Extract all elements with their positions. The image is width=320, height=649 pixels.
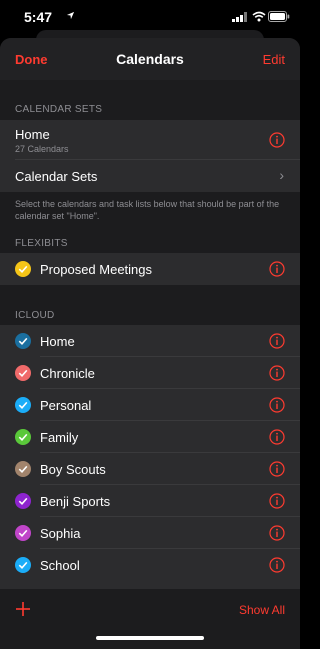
location-arrow-icon xyxy=(66,11,75,20)
info-icon[interactable] xyxy=(269,397,285,413)
calendar-row-benji-sports[interactable]: Benji Sports xyxy=(0,485,300,517)
show-all-button[interactable]: Show All xyxy=(239,603,285,617)
checkmark-icon[interactable] xyxy=(15,261,31,277)
status-time: 5:47 xyxy=(24,9,53,25)
calendar-row-school[interactable]: School xyxy=(0,549,300,588)
calendar-label: Boy Scouts xyxy=(40,462,106,477)
wifi-icon xyxy=(252,11,266,22)
calendar-sets-label: Calendar Sets xyxy=(15,169,98,184)
edit-button[interactable]: Edit xyxy=(263,52,285,67)
calendar-sets-row[interactable]: Calendar Sets › xyxy=(0,160,300,192)
calendar-set-count: 27 Calendars xyxy=(15,144,69,154)
calendar-row-chronicle[interactable]: Chronicle xyxy=(0,357,300,389)
calendar-label: School xyxy=(40,558,80,573)
info-icon[interactable] xyxy=(269,132,285,148)
calendar-label: Proposed Meetings xyxy=(40,262,153,277)
battery-icon xyxy=(268,11,290,22)
calendar-label: Personal xyxy=(40,398,92,413)
section-header-flexibits: FLEXIBITS xyxy=(15,238,68,249)
calendar-set-title: Home xyxy=(15,127,50,142)
checkmark-icon[interactable] xyxy=(15,557,31,573)
calendar-row-family[interactable]: Family xyxy=(0,421,300,453)
calendar-row-sophia[interactable]: Sophia xyxy=(0,517,300,549)
info-icon[interactable] xyxy=(269,557,285,573)
status-bar: 5:47 xyxy=(0,0,300,34)
calendar-set-home-row[interactable]: Home 27 Calendars xyxy=(0,120,300,160)
chevron-right-icon: › xyxy=(279,167,284,183)
home-indicator xyxy=(96,636,204,640)
checkmark-icon[interactable] xyxy=(15,397,31,413)
checkmark-icon[interactable] xyxy=(15,493,31,509)
calendar-set-footnote: Select the calendars and task lists belo… xyxy=(15,199,280,221)
checkmark-icon[interactable] xyxy=(15,461,31,477)
calendar-label: Sophia xyxy=(40,526,81,541)
calendar-row-proposed-meetings[interactable]: Proposed Meetings xyxy=(0,253,300,285)
info-icon[interactable] xyxy=(269,429,285,445)
checkmark-icon[interactable] xyxy=(15,429,31,445)
calendar-label: Chronicle xyxy=(40,366,95,381)
checkmark-icon[interactable] xyxy=(15,333,31,349)
calendar-label: Benji Sports xyxy=(40,494,111,509)
section-header-icloud: ICLOUD xyxy=(15,310,55,321)
navigation-bar: Done Calendars Edit xyxy=(0,38,300,80)
checkmark-icon[interactable] xyxy=(15,365,31,381)
checkmark-icon[interactable] xyxy=(15,525,31,541)
section-header-calendar-sets: CALENDAR SETS xyxy=(15,104,103,115)
calendar-label: Home xyxy=(40,334,75,349)
calendars-sheet: Done Calendars Edit CALENDAR SETS Home 2… xyxy=(0,38,300,649)
cellular-signal-icon xyxy=(232,12,247,22)
calendar-row-boy-scouts[interactable]: Boy Scouts xyxy=(0,453,300,485)
info-icon[interactable] xyxy=(269,365,285,381)
calendar-row-home[interactable]: Home xyxy=(0,325,300,357)
info-icon[interactable] xyxy=(269,525,285,541)
calendar-row-personal[interactable]: Personal xyxy=(0,389,300,421)
calendar-label: Family xyxy=(40,430,79,445)
info-icon[interactable] xyxy=(269,333,285,349)
bottom-toolbar: Show All xyxy=(0,588,300,649)
info-icon[interactable] xyxy=(269,261,285,277)
info-icon[interactable] xyxy=(269,493,285,509)
page-title: Calendars xyxy=(116,51,184,67)
plus-icon[interactable] xyxy=(14,600,32,618)
info-icon[interactable] xyxy=(269,461,285,477)
